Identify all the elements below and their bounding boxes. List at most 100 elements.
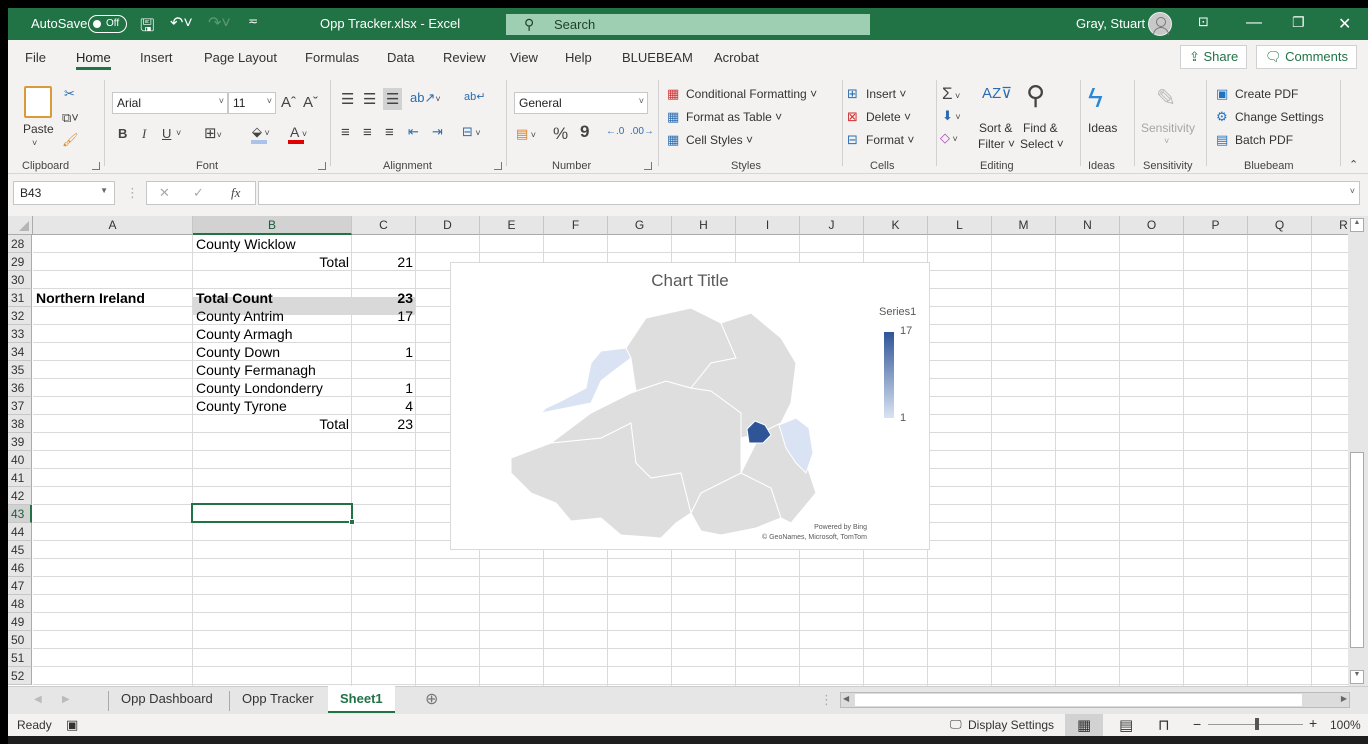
align-right-icon[interactable]: ≡	[385, 124, 394, 141]
row-header-49[interactable]: 49	[8, 613, 32, 631]
ribbon-display-icon[interactable]: ⊡	[1198, 14, 1209, 30]
tab-splitter-icon[interactable]: ⋮	[820, 692, 833, 708]
comments-button[interactable]: 🗨 Comments	[1256, 45, 1357, 69]
collapse-ribbon-icon[interactable]: ⌃	[1349, 158, 1358, 171]
enter-icon[interactable]: ✓	[193, 185, 204, 201]
column-header-e[interactable]: E	[480, 216, 544, 235]
user-name[interactable]: Gray, Stuart	[1076, 16, 1145, 31]
horizontal-scrollbar[interactable]: ◀ ▶	[840, 692, 1350, 708]
batch-pdf-icon[interactable]: ▤	[1216, 132, 1228, 148]
cell-b29[interactable]: Total	[193, 253, 352, 271]
sheet-tab-opp-tracker[interactable]: Opp Tracker	[242, 691, 314, 706]
insert-function-button[interactable]: fx	[231, 185, 240, 201]
wrap-text-icon[interactable]: ab↵	[464, 90, 485, 103]
map-chart[interactable]: Chart Title Series1 17 1 Powered by Bing…	[450, 262, 930, 550]
row-header-34[interactable]: 34	[8, 343, 32, 361]
batch-pdf-button[interactable]: Batch PDF	[1235, 133, 1293, 147]
row-header-32[interactable]: 32	[8, 307, 32, 325]
fill-handle[interactable]	[349, 519, 355, 525]
paste-button[interactable]: Paste	[23, 122, 54, 136]
horizontal-scroll-thumb[interactable]	[855, 694, 1302, 706]
find-select-button[interactable]: Find &	[1023, 121, 1058, 135]
find-select-icon[interactable]: ⚲	[1026, 80, 1045, 111]
row-header-33[interactable]: 33	[8, 325, 32, 343]
clear-icon[interactable]: ◇ ˅	[940, 130, 958, 146]
change-settings-icon[interactable]: ⚙	[1216, 109, 1228, 125]
paste-icon[interactable]	[24, 86, 52, 118]
font-color-icon[interactable]: A ˅	[290, 124, 307, 140]
insert-cells-button[interactable]: Insert ˅	[866, 87, 906, 101]
orientation-icon[interactable]: ab↗˅	[410, 90, 441, 106]
row-header-50[interactable]: 50	[8, 631, 32, 649]
row-header-44[interactable]: 44	[8, 523, 32, 541]
format-cells-button[interactable]: Format ˅	[866, 133, 914, 147]
fill-color-icon[interactable]: ⬙ ˅	[252, 124, 270, 140]
vertical-scroll-thumb[interactable]	[1350, 452, 1364, 648]
row-header-29[interactable]: 29	[8, 253, 32, 271]
tab-help[interactable]: Help	[565, 50, 592, 65]
percent-button[interactable]: %	[553, 124, 568, 144]
page-break-view-icon[interactable]: ⊓	[1158, 716, 1170, 734]
zoom-level[interactable]: 100%	[1330, 718, 1361, 732]
row-header-40[interactable]: 40	[8, 451, 32, 469]
tab-insert[interactable]: Insert	[140, 50, 173, 65]
decrease-indent-icon[interactable]: ⇤	[408, 124, 419, 140]
decrease-decimal-icon[interactable]: .00→	[630, 126, 654, 137]
format-as-table-icon[interactable]: ▦	[667, 109, 679, 125]
align-bottom-icon[interactable]: ☰	[383, 88, 403, 110]
share-button[interactable]: ⇪ Share	[1180, 45, 1248, 69]
scroll-down-icon[interactable]: ▼	[1350, 670, 1364, 684]
cell-styles-button[interactable]: Cell Styles ˅	[686, 133, 753, 147]
undo-icon[interactable]: ↶˅	[170, 13, 193, 33]
underline-dropdown-icon[interactable]: ˅	[176, 128, 181, 138]
zoom-out-icon[interactable]: −	[1193, 716, 1201, 732]
row-header-36[interactable]: 36	[8, 379, 32, 397]
create-pdf-button[interactable]: Create PDF	[1235, 87, 1298, 101]
column-header-j[interactable]: J	[800, 216, 864, 235]
tab-view[interactable]: View	[510, 50, 538, 65]
bold-button[interactable]: B	[118, 126, 127, 141]
change-settings-button[interactable]: Change Settings	[1235, 110, 1324, 124]
scroll-right-icon[interactable]: ▶	[1341, 694, 1347, 703]
column-header-m[interactable]: M	[992, 216, 1056, 235]
column-header-c[interactable]: C	[352, 216, 416, 235]
autosave-toggle[interactable]: Off	[88, 15, 127, 33]
comma-style-button[interactable]: 9	[580, 122, 589, 142]
zoom-slider-thumb[interactable]	[1255, 718, 1259, 730]
minimize-icon[interactable]: —	[1246, 14, 1262, 32]
cell-c32[interactable]: 17	[352, 307, 416, 325]
format-cells-icon[interactable]: ⊟	[847, 132, 858, 148]
cell-b37[interactable]: County Tyrone	[193, 397, 352, 415]
select-all-button[interactable]	[8, 216, 33, 235]
macro-recording-icon[interactable]: ▣	[66, 717, 78, 733]
vertical-scrollbar[interactable]: ▲ ▼	[1348, 216, 1368, 686]
number-format-select[interactable]: General ˅	[514, 92, 648, 114]
cell-c36[interactable]: 1	[352, 379, 416, 397]
tab-file[interactable]: File	[25, 50, 46, 65]
column-header-q[interactable]: Q	[1248, 216, 1312, 235]
format-as-table-button[interactable]: Format as Table ˅	[686, 110, 782, 124]
avatar[interactable]	[1148, 12, 1172, 36]
insert-cells-icon[interactable]: ⊞	[847, 86, 858, 102]
cell-b36[interactable]: County Londonderry	[193, 379, 352, 397]
row-header-31[interactable]: 31	[8, 289, 32, 307]
page-layout-view-icon[interactable]: ▤	[1119, 716, 1133, 734]
find-select-button-2[interactable]: Select ˅	[1020, 137, 1064, 151]
cell-c29[interactable]: 21	[352, 253, 416, 271]
increase-indent-icon[interactable]: ⇥	[432, 124, 443, 140]
font-name-select[interactable]: Arial ˅	[112, 92, 228, 114]
tab-review[interactable]: Review	[443, 50, 486, 65]
merge-center-icon[interactable]: ⊟ ˅	[462, 124, 481, 140]
conditional-formatting-icon[interactable]: ▦	[667, 86, 679, 102]
align-middle-icon[interactable]: ☰	[363, 90, 376, 108]
borders-icon[interactable]: ⊞˅	[204, 124, 222, 142]
tab-data[interactable]: Data	[387, 50, 414, 65]
column-header-i[interactable]: I	[736, 216, 800, 235]
sort-filter-icon[interactable]: AZ⊽	[982, 84, 1012, 102]
row-header-28[interactable]: 28	[8, 235, 32, 253]
active-cell-b43[interactable]	[191, 503, 355, 525]
sort-filter-button-2[interactable]: Filter ˅	[978, 137, 1015, 151]
cell-c38[interactable]: 23	[352, 415, 416, 433]
cell-c31[interactable]: 23	[352, 289, 416, 307]
row-header-48[interactable]: 48	[8, 595, 32, 613]
